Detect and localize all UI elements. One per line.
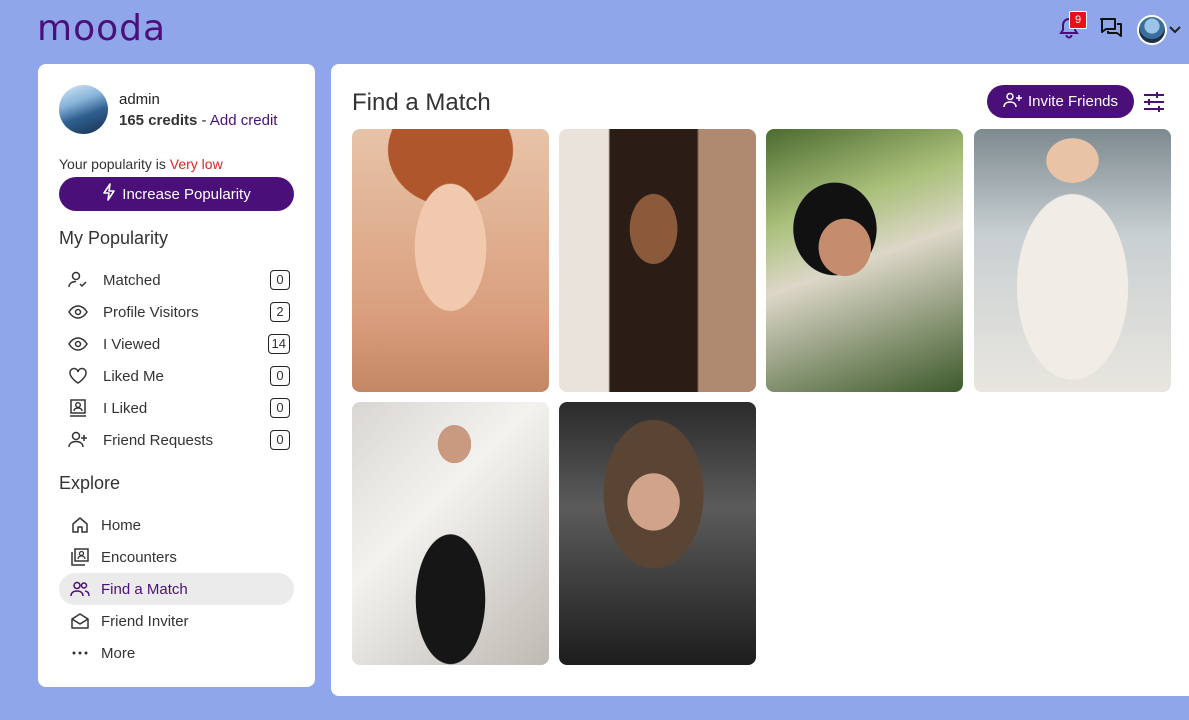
count-badge: 0	[270, 398, 290, 418]
sidebar-item-i-liked[interactable]: I Liked 0	[59, 392, 294, 424]
more-icon	[69, 643, 91, 663]
sidebar-item-i-viewed[interactable]: I Viewed 14	[59, 328, 294, 360]
explore-list: Home Encounters Find a Match Friend Invi…	[59, 509, 294, 669]
credits-value: 165 credits	[119, 111, 198, 129]
sidebar-item-label: I Liked	[103, 399, 148, 417]
invite-friends-button[interactable]: Invite Friends	[987, 85, 1134, 118]
sidebar-item-matched[interactable]: Matched 0	[59, 264, 294, 296]
top-bar-icons: 9	[1049, 11, 1183, 48]
invite-friends-label: Invite Friends	[1027, 93, 1119, 110]
sidebar-item-home[interactable]: Home	[59, 509, 294, 541]
add-credit-link[interactable]: Add credit	[210, 112, 278, 129]
chat-icon	[1099, 17, 1123, 44]
count-badge: 0	[270, 430, 290, 450]
filter-sliders-icon[interactable]	[1142, 90, 1166, 114]
lightning-icon	[102, 183, 116, 205]
credits-line: 165 credits - Add credit	[119, 112, 277, 129]
sidebar: admin 165 credits - Add credit Your popu…	[38, 64, 315, 687]
sidebar-item-encounters[interactable]: Encounters	[59, 541, 294, 573]
sidebar-item-friend-inviter[interactable]: Friend Inviter	[59, 605, 294, 637]
sidebar-item-label: Profile Visitors	[103, 303, 199, 321]
page-title: Find a Match	[352, 89, 491, 116]
profile-photo-5[interactable]	[352, 402, 549, 665]
sidebar-item-label: Friend Inviter	[101, 612, 189, 630]
sidebar-item-label: Matched	[103, 271, 161, 289]
users-icon	[69, 579, 91, 599]
count-badge: 0	[270, 366, 290, 386]
my-popularity-title: My Popularity	[59, 228, 169, 248]
user-plus-icon	[1003, 92, 1023, 112]
sidebar-item-label: Liked Me	[103, 367, 164, 385]
chevron-down-icon[interactable]	[1169, 23, 1183, 37]
user-plus-icon	[67, 430, 89, 450]
encounters-icon	[69, 547, 91, 567]
profile-photo-2[interactable]	[559, 129, 756, 392]
home-icon	[69, 515, 91, 535]
count-badge: 2	[270, 302, 290, 322]
user-summary: admin 165 credits - Add credit	[59, 85, 294, 134]
profile-photo-6[interactable]	[559, 402, 756, 665]
count-badge: 0	[270, 270, 290, 290]
user-avatar[interactable]	[59, 85, 108, 134]
sidebar-item-label: Home	[101, 516, 142, 534]
notifications-button[interactable]: 9	[1049, 11, 1089, 48]
portrait-icon	[67, 398, 89, 418]
sidebar-item-label: Encounters	[101, 548, 177, 566]
profile-photo-4[interactable]	[974, 129, 1171, 392]
messages-button[interactable]	[1093, 12, 1129, 48]
sidebar-item-profile-visitors[interactable]: Profile Visitors 2	[59, 296, 294, 328]
eye-icon	[67, 334, 89, 354]
avatar[interactable]	[1137, 15, 1167, 45]
eye-icon	[67, 302, 89, 322]
count-badge: 14	[267, 334, 290, 354]
popularity-value: Very low	[169, 156, 223, 172]
profile-photo-1[interactable]	[352, 129, 549, 392]
profile-photo-3[interactable]	[766, 129, 963, 392]
sidebar-item-friend-requests[interactable]: Friend Requests 0	[59, 424, 294, 456]
popularity-list: Matched 0 Profile Visitors 2 I Viewed 14…	[59, 264, 294, 456]
site-logo[interactable]: mooda	[37, 8, 166, 49]
sidebar-item-label: Find a Match	[101, 580, 188, 598]
explore-title: Explore	[59, 473, 121, 493]
increase-popularity-label: Increase Popularity	[122, 185, 251, 203]
sidebar-item-more[interactable]: More	[59, 637, 294, 669]
sidebar-item-label: I Viewed	[103, 335, 161, 353]
credits-separator: -	[197, 111, 210, 129]
main-panel: Find a Match Invite Friends	[331, 64, 1189, 696]
envelope-icon	[69, 611, 91, 631]
user-check-icon	[67, 270, 89, 290]
sidebar-item-find-a-match[interactable]: Find a Match	[59, 573, 294, 605]
notification-badge: 9	[1069, 11, 1087, 29]
sidebar-item-label: Friend Requests	[103, 431, 214, 449]
heart-icon	[67, 366, 89, 386]
user-name[interactable]: admin	[119, 91, 277, 108]
popularity-status: Your popularity is Very low	[59, 156, 294, 172]
sidebar-item-liked-me[interactable]: Liked Me 0	[59, 360, 294, 392]
increase-popularity-button[interactable]: Increase Popularity	[59, 177, 294, 211]
sidebar-item-label: More	[101, 644, 136, 662]
popularity-label: Your popularity is	[59, 156, 170, 172]
